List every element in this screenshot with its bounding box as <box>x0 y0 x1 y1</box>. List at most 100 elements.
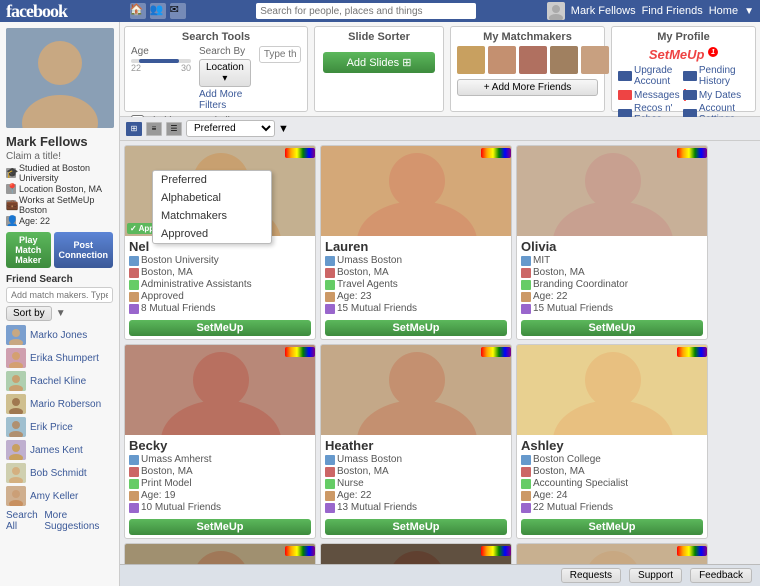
person-card: Lauren RCC Boston, MA IT Coordinator Age… <box>516 543 708 564</box>
location-icon: 📍 <box>6 184 16 194</box>
add-slides-button[interactable]: Add Slides ⊞ <box>323 52 435 73</box>
card-footer: SetMeUp <box>517 517 707 538</box>
add-filters-link[interactable]: Add More Filters <box>199 89 251 111</box>
dropdown-arrow[interactable]: ▼ <box>744 6 754 17</box>
user-name[interactable]: Mark Fellows <box>571 5 636 17</box>
search-input[interactable] <box>256 3 476 19</box>
add-friends-button[interactable]: + Add More Friends <box>457 79 598 96</box>
list-item: Erik Price <box>6 417 113 437</box>
grid-view-icon[interactable]: ⊞ <box>126 122 142 136</box>
card-friends: 8 Mutual Friends <box>129 303 311 314</box>
friends-icon <box>521 503 531 513</box>
school-icon <box>129 256 139 266</box>
work-icon <box>129 280 139 290</box>
card-name: Heather <box>325 438 507 453</box>
card-footer: SetMeUp <box>321 318 511 339</box>
messages-link[interactable]: Messages 5 <box>618 89 681 101</box>
add-slides-label: Add Slides <box>347 57 400 69</box>
my-profile-panel: My Profile SetMeUp 1 Upgrade Account Pen… <box>611 26 756 112</box>
setmeup-button[interactable]: SetMeUp <box>325 320 507 336</box>
matchmakers-panel: My Matchmakers + Add More Friends <box>450 26 605 112</box>
school-icon <box>325 256 335 266</box>
slide-sorter: Slide Sorter Add Slides ⊞ <box>314 26 444 112</box>
upgrade-account-link[interactable]: Upgrade Account <box>618 65 681 87</box>
rainbow-badge <box>481 148 511 158</box>
friend-name[interactable]: Erika Shumpert <box>30 353 99 364</box>
age-icon <box>521 292 531 302</box>
sort-approved[interactable]: Approved <box>153 225 271 243</box>
city-search-input[interactable] <box>259 46 301 63</box>
support-button[interactable]: Support <box>629 568 682 583</box>
age-label: Age <box>131 46 191 57</box>
sort-button[interactable]: Sort by <box>6 306 52 321</box>
list-view-icon[interactable]: ≡ <box>146 122 162 136</box>
setmeup-button[interactable]: SetMeUp <box>521 320 703 336</box>
more-suggestions-link[interactable]: More Suggestions <box>44 510 113 532</box>
friend-avatar <box>6 371 26 391</box>
card-school: MIT <box>521 255 703 266</box>
home-icon[interactable]: 🏠 <box>130 3 146 19</box>
sort-arrow[interactable]: ▼ <box>56 308 66 319</box>
content-area: Search Tools Age 22 30 Search By Locatio… <box>120 22 760 586</box>
search-all-link[interactable]: Search All <box>6 510 44 532</box>
list-item: Rachel Kline <box>6 371 113 391</box>
card-name: Lauren <box>325 239 507 254</box>
find-friends-link[interactable]: Find Friends <box>642 5 703 17</box>
home-link[interactable]: Home <box>709 5 738 17</box>
header: facebook 🏠 👥 ✉ Mark Fellows Find Friends… <box>0 0 760 22</box>
connection-button[interactable]: Post Connection <box>54 232 113 268</box>
card-friends: 15 Mutual Friends <box>521 303 703 314</box>
dates-icon <box>683 90 697 100</box>
friends-icon[interactable]: 👥 <box>150 3 166 19</box>
tools-row: Age 22 30 Search By Location ▾ Add More … <box>131 46 301 111</box>
friend-name[interactable]: Bob Schmidt <box>30 468 87 479</box>
sort-alphabetical[interactable]: Alphabetical <box>153 189 271 207</box>
age-min: 22 <box>131 63 141 73</box>
upgrade-label: Upgrade Account <box>634 65 681 87</box>
setmeup-button[interactable]: SetMeUp <box>129 320 311 336</box>
sort-preferred[interactable]: Preferred <box>153 171 271 189</box>
friend-name[interactable]: Marko Jones <box>30 330 87 341</box>
my-dates-link[interactable]: My Dates <box>683 89 746 101</box>
profile-work: 💼 Works at SetMeUp Boston <box>6 195 113 215</box>
friend-search-input[interactable] <box>6 287 113 303</box>
matchmaker-thumb <box>550 46 578 74</box>
friend-name[interactable]: Mario Roberson <box>30 399 101 410</box>
profile-photo <box>6 28 114 128</box>
setmeup-button[interactable]: SetMeUp <box>129 519 311 535</box>
age-icon <box>325 491 335 501</box>
detail-view-icon[interactable]: ☰ <box>166 122 182 136</box>
friend-name[interactable]: Erik Price <box>30 422 73 433</box>
setmeup-button[interactable]: SetMeUp <box>521 519 703 535</box>
card-photo <box>125 345 316 435</box>
friend-name[interactable]: Rachel Kline <box>30 376 86 387</box>
friend-avatar <box>6 440 26 460</box>
sort-matchmakers[interactable]: Matchmakers <box>153 207 271 225</box>
search-bar[interactable] <box>256 3 476 19</box>
setmeup-button[interactable]: SetMeUp <box>325 519 507 535</box>
friend-name[interactable]: Amy Keller <box>30 491 78 502</box>
requests-button[interactable]: Requests <box>561 568 621 583</box>
card-work: Travel Agents <box>325 279 507 290</box>
sort-select[interactable]: Preferred Alphabetical Matchmakers Appro… <box>186 120 275 137</box>
card-info: Becky Umass Amherst Boston, MA Print Mod… <box>125 435 315 517</box>
feedback-button[interactable]: Feedback <box>690 568 752 583</box>
location-button[interactable]: Location ▾ <box>199 59 251 87</box>
card-work: Nurse <box>325 478 507 489</box>
messages-icon[interactable]: ✉ <box>170 3 186 19</box>
friend-name[interactable]: James Kent <box>30 445 83 456</box>
rainbow-badge <box>285 347 315 357</box>
profile-age: 👤 Age: 22 <box>6 216 113 226</box>
age-icon <box>325 292 335 302</box>
matchmaker-button[interactable]: Play Match Maker <box>6 232 51 268</box>
range-labels: 22 30 <box>131 63 191 73</box>
card-friends: 22 Mutual Friends <box>521 502 703 513</box>
pending-history-link[interactable]: Pending History <box>683 65 746 87</box>
card-name: Becky <box>129 438 311 453</box>
search-all-row: Search All More Suggestions <box>6 510 113 532</box>
card-age: Age: 24 <box>521 490 703 501</box>
card-school: Umass Boston <box>325 255 507 266</box>
card-age: Age: 22 <box>325 490 507 501</box>
pending-icon <box>683 71 697 81</box>
card-location: Boston, MA <box>325 267 507 278</box>
